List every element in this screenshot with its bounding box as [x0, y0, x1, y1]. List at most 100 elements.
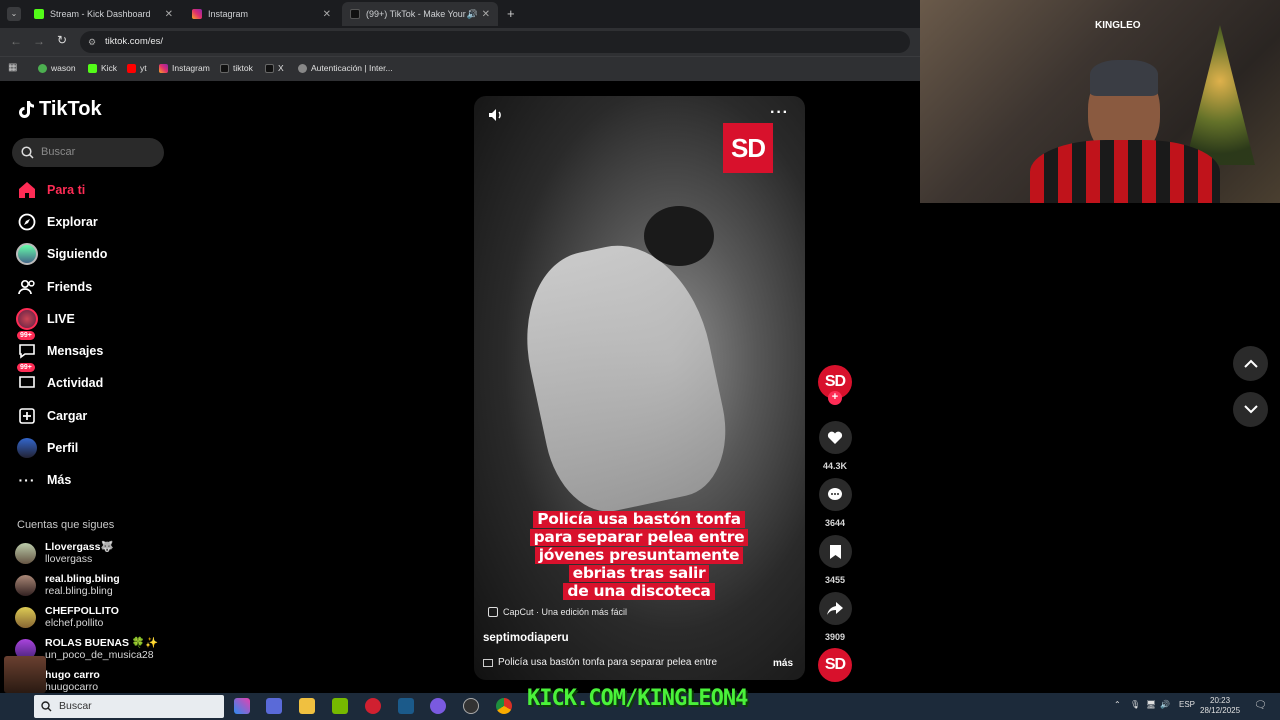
- forward-icon[interactable]: →: [33, 34, 45, 48]
- nvidia-icon[interactable]: [332, 698, 348, 714]
- save-count: 3455: [824, 575, 846, 585]
- tab-kick[interactable]: Stream - Kick Dashboard ✕: [26, 2, 181, 26]
- capcut-icon: [488, 607, 498, 617]
- copilot-icon[interactable]: [234, 698, 250, 714]
- notifications-icon[interactable]: 🗨: [1254, 700, 1267, 711]
- nav-label: Para ti: [47, 183, 86, 197]
- follow-name: real.bling.bling: [45, 573, 120, 585]
- streamer-mini-cam: [4, 656, 46, 693]
- tab-tiktok[interactable]: (99+) TikTok - Make Your D 🔊 ✕: [342, 2, 498, 26]
- record-icon[interactable]: [365, 698, 381, 714]
- video-caption: Policía usa bastón tonfa para separar pe…: [519, 511, 759, 601]
- back-icon[interactable]: ←: [10, 34, 22, 48]
- description-text: Policía usa bastón tonfa para separar pe…: [498, 657, 718, 668]
- tray-up-icon[interactable]: ⌃: [1114, 700, 1121, 709]
- search-placeholder: Buscar: [41, 146, 76, 158]
- share-button[interactable]: 3909: [818, 592, 852, 642]
- music-disc[interactable]: SD: [818, 648, 852, 682]
- language-indicator[interactable]: ESP: [1179, 700, 1195, 709]
- new-tab-button[interactable]: +: [507, 6, 515, 21]
- capcut-label: CapCut · Una edición más fácil: [503, 607, 628, 617]
- taskbar-search[interactable]: Buscar: [34, 695, 224, 718]
- bookmark-tiktok[interactable]: tiktok: [220, 63, 253, 73]
- apps-icon[interactable]: ▦: [8, 62, 17, 73]
- taskbar-search-text: Buscar: [59, 700, 92, 712]
- webcam-sign: KINGLEO: [1095, 20, 1141, 31]
- bookmark-x[interactable]: X: [265, 63, 284, 73]
- tiktok-icon: [220, 63, 229, 73]
- comment-button[interactable]: 3644: [818, 478, 852, 528]
- volume-icon[interactable]: [488, 108, 504, 127]
- follow-name: hugo carro: [45, 669, 100, 681]
- clock-time: 20:23: [1210, 696, 1231, 705]
- tiktok-logo[interactable]: TikTok: [17, 98, 102, 121]
- bookmark-wason[interactable]: wason: [38, 63, 76, 73]
- follow-name: CHEFPOLLITO: [45, 605, 119, 617]
- instagram-icon: [192, 9, 202, 19]
- video-author[interactable]: septimodiaperu: [483, 632, 569, 644]
- follow-user: un_poco_de_musica28: [45, 649, 154, 661]
- search-input[interactable]: Buscar: [12, 138, 164, 167]
- volume-icon[interactable]: 🔊: [1160, 700, 1170, 709]
- network-icon[interactable]: 🖥: [1146, 700, 1156, 709]
- follow-item[interactable]: Llovergass🐺 llovergass: [15, 541, 114, 565]
- nav-perfil[interactable]: Perfil: [15, 436, 78, 460]
- more-link[interactable]: más: [773, 658, 793, 669]
- discord-icon[interactable]: [430, 698, 446, 714]
- follows-title: Cuentas que sigues: [17, 519, 115, 531]
- follow-item[interactable]: real.bling.bling real.bling.bling: [15, 573, 120, 597]
- system-clock[interactable]: 20:23 28/12/2025: [1200, 696, 1240, 716]
- follow-plus-icon[interactable]: +: [828, 391, 842, 405]
- close-icon[interactable]: ✕: [165, 9, 173, 20]
- more-options-icon[interactable]: ···: [770, 104, 789, 122]
- like-button[interactable]: 44.3K: [818, 421, 852, 471]
- capcut-link[interactable]: CapCut · Una edición más fácil: [488, 607, 627, 617]
- like-count: 44.3K: [822, 461, 848, 471]
- speaker-icon[interactable]: 🔊: [467, 9, 478, 20]
- nav-siguiendo[interactable]: Siguiendo: [15, 242, 107, 266]
- nav-mensajes[interactable]: 99+ Mensajes: [15, 331, 104, 363]
- tab-instagram[interactable]: Instagram ✕: [184, 2, 339, 26]
- nav-explorar[interactable]: Explorar: [15, 210, 98, 234]
- bookmark-label: X: [278, 63, 284, 73]
- url-input[interactable]: ⚙ tiktok.com/es/: [80, 31, 910, 53]
- nav-label: Mensajes: [47, 344, 104, 358]
- bookmark-label: yt: [140, 63, 147, 73]
- streamer-cap: [1090, 60, 1158, 96]
- bookmark-instagram[interactable]: Instagram: [159, 63, 210, 73]
- close-icon[interactable]: ✕: [323, 9, 331, 20]
- streamer-shirt: [1030, 140, 1220, 203]
- tab-search-icon[interactable]: ⌄: [7, 7, 21, 21]
- comment-icon: [818, 478, 852, 511]
- tab-label: Stream - Kick Dashboard: [50, 9, 151, 19]
- nav-live[interactable]: LIVE: [15, 307, 75, 331]
- steam-icon[interactable]: [398, 698, 414, 714]
- webcam-overlay: KINGLEO: [920, 0, 1280, 203]
- folder-icon[interactable]: [299, 698, 315, 714]
- app-icon[interactable]: [266, 698, 282, 714]
- video-player[interactable]: ··· SD Policía usa bastón tonfa para sep…: [474, 96, 805, 680]
- more-icon: ···: [18, 472, 36, 488]
- bookmark-auth[interactable]: Autenticación | Inter...: [298, 63, 393, 73]
- author-avatar[interactable]: SD +: [818, 365, 852, 405]
- reload-icon[interactable]: ↻: [57, 33, 67, 47]
- bookmark-yt[interactable]: yt: [127, 63, 147, 73]
- obs-icon[interactable]: [463, 698, 479, 714]
- nav-mas[interactable]: ··· Más: [15, 468, 72, 492]
- nav-actividad[interactable]: 99+ Actividad: [15, 363, 103, 395]
- close-icon[interactable]: ✕: [482, 9, 490, 20]
- save-button[interactable]: 3455: [818, 535, 852, 585]
- bookmark-kick[interactable]: Kick: [88, 63, 117, 73]
- nav-para-ti[interactable]: Para ti: [15, 178, 85, 202]
- chrome-icon[interactable]: [496, 698, 512, 714]
- nav-cargar[interactable]: Cargar: [15, 404, 87, 428]
- previous-video-button[interactable]: [1233, 346, 1268, 381]
- site-info-icon[interactable]: ⚙: [88, 31, 96, 53]
- nav-friends[interactable]: Friends: [15, 275, 92, 299]
- next-video-button[interactable]: [1233, 392, 1268, 427]
- follow-user: llovergass: [45, 553, 93, 565]
- tab-bar: ⌄ Stream - Kick Dashboard ✕ Instagram ✕ …: [0, 0, 920, 28]
- microphone-icon[interactable]: 🎙: [1130, 700, 1140, 709]
- follow-item[interactable]: CHEFPOLLITO elchef.pollito: [15, 605, 119, 629]
- tab-label: Instagram: [208, 9, 249, 19]
